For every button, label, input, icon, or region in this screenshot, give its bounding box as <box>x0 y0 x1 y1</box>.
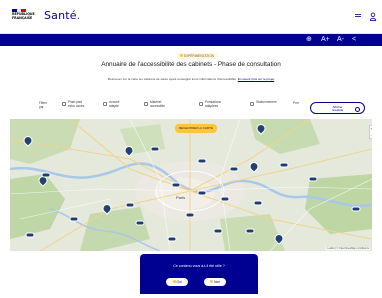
no-label: Non <box>214 280 220 284</box>
pmr-label: Pmr <box>293 101 299 105</box>
cluster-marker[interactable] <box>253 200 263 206</box>
experimentation-tag: EXPÉRIMENTATION <box>177 53 217 59</box>
map-tiles <box>10 119 372 251</box>
zoom-out-button[interactable]: − <box>370 133 372 140</box>
brand-dot: . <box>76 9 81 22</box>
filter-plain-pied[interactable]: Plain-pied et/ou accès <box>62 100 85 109</box>
yes-label: Oui <box>176 280 182 284</box>
text-size-up-icon[interactable]: A+ <box>321 35 330 45</box>
cluster-marker[interactable] <box>197 158 207 164</box>
filter-label: Accueil adapté <box>109 100 120 108</box>
cluster-marker[interactable] <box>229 166 239 172</box>
accessibility-icon[interactable]: ⊕ <box>306 35 312 45</box>
map-marker[interactable] <box>275 234 282 243</box>
cluster-marker[interactable] <box>220 196 230 202</box>
filter-label: Stationnement <box>256 100 277 104</box>
cluster-marker[interactable] <box>308 176 318 182</box>
zoom-in-button[interactable]: + <box>370 126 372 133</box>
cluster-marker[interactable] <box>69 216 79 222</box>
filter-label: Matériel accessible <box>150 100 165 108</box>
map-marker[interactable] <box>250 162 257 171</box>
feedback-yes-button[interactable]: Oui <box>166 278 188 286</box>
cluster-marker[interactable] <box>150 146 160 152</box>
learn-more-link[interactable]: En savoir plus sur le projet <box>238 77 274 81</box>
cluster-marker[interactable] <box>135 220 145 226</box>
cluster-marker[interactable] <box>185 212 195 218</box>
apply-filters-label: Afficher résultats <box>331 104 344 112</box>
subtitle-text: Retrouvez sur la carte les cabinets de s… <box>107 77 238 81</box>
feedback-no-button[interactable]: Non <box>204 278 226 286</box>
checkbox[interactable] <box>144 102 148 106</box>
recenter-map-button[interactable]: RECENTRER LA CARTE <box>175 124 217 133</box>
cluster-marker[interactable] <box>167 236 177 242</box>
republic-line-2: FRANÇAISE <box>12 16 33 21</box>
filter-stationnement[interactable]: Stationnement <box>250 100 277 106</box>
map-marker[interactable] <box>257 124 264 133</box>
republique-francaise-logo[interactable]: RÉPUBLIQUE FRANÇAISE <box>12 9 38 27</box>
cluster-marker[interactable] <box>41 172 51 178</box>
dot-icon <box>172 280 176 283</box>
checkbox[interactable] <box>103 102 107 106</box>
cluster-marker[interactable] <box>279 162 289 168</box>
site-header: RÉPUBLIQUE FRANÇAISE Santé. <box>0 0 382 34</box>
toolbar-band: ⊕ A+ A- < <box>0 34 382 46</box>
cluster-marker[interactable] <box>197 190 207 196</box>
filter-accueil[interactable]: Accueil adapté <box>103 100 120 109</box>
page-subtitle: Retrouvez sur la carte les cabinets de s… <box>0 77 382 81</box>
cluster-marker[interactable] <box>351 206 361 212</box>
dot-icon <box>210 280 214 283</box>
cluster-marker[interactable] <box>245 228 255 234</box>
feedback-panel: Ce contenu vous a-t-il été utile ? Oui N… <box>140 254 258 294</box>
map-attribution[interactable]: Leaflet | © OpenStreetMap contributors <box>326 247 370 250</box>
brand-text: Santé <box>44 9 77 22</box>
hamburger-icon[interactable] <box>354 12 362 22</box>
map-marker[interactable] <box>125 146 132 155</box>
map-marker[interactable] <box>103 204 110 213</box>
text-size-down-icon[interactable]: A- <box>337 35 344 45</box>
user-icon[interactable] <box>369 12 377 23</box>
filter-prestations[interactable]: Prestations adaptées <box>199 100 221 109</box>
cluster-marker[interactable] <box>25 232 35 238</box>
filter-by-label: Filtrer par <box>39 101 48 109</box>
map-marker[interactable] <box>24 136 31 145</box>
page-title: Annuaire de l'accessibilité des cabinets… <box>101 61 281 68</box>
circle-icon <box>355 106 360 112</box>
filter-label: Prestations adaptées <box>205 100 221 108</box>
city-label: Paris <box>176 195 186 200</box>
apply-filters-button[interactable]: Afficher résultats <box>310 102 365 114</box>
zoom-control: + − <box>369 125 372 139</box>
checkbox[interactable] <box>199 102 203 106</box>
checkbox[interactable] <box>62 102 66 106</box>
tag-label: EXPÉRIMENTATION <box>184 54 214 58</box>
brand-name[interactable]: Santé. <box>44 9 80 22</box>
share-icon[interactable]: < <box>352 35 356 45</box>
feedback-question: Ce contenu vous a-t-il été utile ? <box>173 264 225 268</box>
cluster-marker[interactable] <box>171 182 181 188</box>
cluster-marker[interactable] <box>125 202 135 208</box>
checkbox[interactable] <box>250 102 254 106</box>
accessibility-map[interactable]: RECENTRER LA CARTE Paris + − Leaflet | ©… <box>10 119 372 251</box>
filter-materiel[interactable]: Matériel accessible <box>144 100 165 109</box>
tag-dot-icon <box>180 54 183 57</box>
cluster-marker[interactable] <box>213 228 223 234</box>
filter-label: Plain-pied et/ou accès <box>68 100 85 108</box>
